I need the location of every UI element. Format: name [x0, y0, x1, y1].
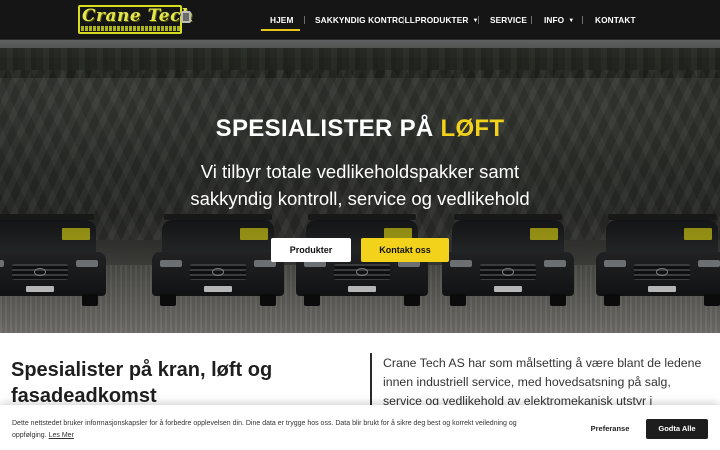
hero-subtitle: Vi tilbyr totale vedlikeholdspakker samt…	[190, 161, 530, 209]
nav-item-label: SAKKYNDIG KONTROLL	[315, 15, 415, 25]
hero-title-main: SPESIALISTER PÅ	[215, 115, 441, 142]
nav-item-hjem[interactable]: HJEM	[270, 0, 293, 40]
accept-all-cookies-button[interactable]: Godta Alle	[646, 419, 708, 439]
hero-title-accent: LØFT	[440, 115, 505, 142]
chevron-down-icon: ▼	[568, 18, 575, 24]
contact-button[interactable]: Kontakt oss	[361, 238, 449, 262]
read-more-link[interactable]: Les Mer	[49, 432, 74, 439]
nav-item-kontakt[interactable]: KONTAKT	[595, 0, 636, 40]
crane-tech-logo[interactable]: Crane Tech	[78, 5, 194, 35]
cookie-message-text: Dette nettstedet bruker informasjonskaps…	[12, 420, 517, 439]
hero-title: SPESIALISTER PÅ LØFT	[0, 115, 720, 143]
nav-item-label: PRODUKTER	[415, 15, 469, 25]
nav-item-info[interactable]: INFO ▼	[544, 0, 574, 40]
cookie-message: Dette nettstedet bruker informasjonskaps…	[12, 418, 552, 442]
crane-hook-icon	[181, 11, 191, 23]
products-button[interactable]: Produkter	[271, 238, 351, 262]
cookie-consent-bar: Dette nettstedet bruker informasjonskaps…	[0, 405, 720, 450]
section-divider	[370, 353, 372, 413]
cookie-preferences-button[interactable]: Preferanse	[578, 419, 642, 439]
site-header: Crane Tech HJEM SAKKYNDIG KONTROLL PRODU…	[0, 0, 720, 40]
nav-item-service[interactable]: SERVICE	[490, 0, 527, 40]
nav-divider	[403, 16, 404, 24]
nav-item-label: HJEM	[270, 15, 294, 25]
logo-text: Crane Tech	[82, 6, 194, 26]
nav-divider	[582, 16, 583, 24]
nav-divider	[304, 16, 305, 24]
nav-divider	[531, 16, 532, 24]
section-title: Spesialister på kran, løft og fasadeadko…	[11, 359, 273, 407]
nav-item-sakkyndig-kontroll[interactable]: SAKKYNDIG KONTROLL	[315, 0, 415, 40]
nav-divider	[478, 16, 479, 24]
logo-tagline-graphic	[81, 26, 180, 31]
nav-item-label: SERVICE	[490, 15, 527, 25]
nav-item-label: KONTAKT	[595, 15, 636, 25]
nav-item-label: INFO	[544, 15, 565, 25]
nav-item-produkter[interactable]: PRODUKTER ▼	[415, 0, 479, 40]
nav-active-indicator	[261, 29, 300, 31]
hero-banner: SPESIALISTER PÅ LØFT Vi tilbyr totale ve…	[0, 40, 720, 333]
